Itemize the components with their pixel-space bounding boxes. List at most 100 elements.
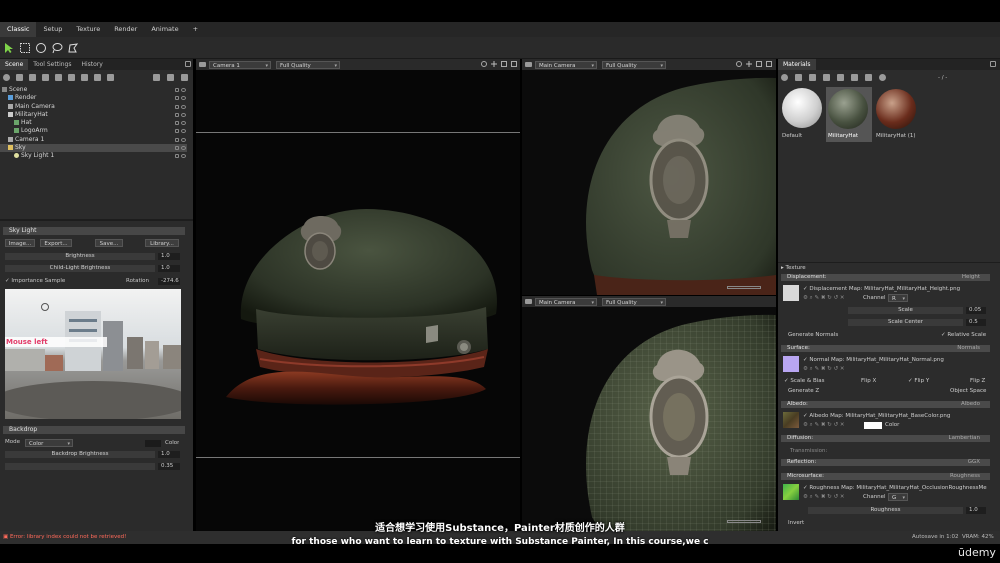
transmission-row[interactable]: Transmission: [790, 448, 827, 454]
brightness-value[interactable]: 1.0 [158, 253, 180, 260]
image-button[interactable]: Image... [5, 239, 35, 247]
panel-divider[interactable] [778, 262, 1000, 263]
import-material-icon[interactable] [823, 74, 830, 81]
material-swatch-militaryhat[interactable]: MilitaryHat [826, 87, 872, 142]
reflection-mode-dropdown[interactable]: GGX [968, 459, 980, 466]
surface-header[interactable]: Surface: Normals [781, 345, 990, 352]
lock-icon[interactable] [175, 129, 179, 134]
texture-header[interactable]: ▸ Texture [781, 265, 806, 271]
backdrop-extra-slider[interactable] [5, 463, 155, 470]
reflection-header[interactable]: Reflection: GGX [781, 459, 990, 466]
flip-z-checkbox[interactable]: Flip Z [970, 378, 985, 384]
folder-icon[interactable] [153, 74, 160, 81]
sky-light-header[interactable]: Sky Light [3, 227, 185, 235]
eye-icon[interactable] [181, 112, 186, 117]
backdrop-brightness-value[interactable]: 1.0 [158, 451, 180, 458]
eye-icon[interactable] [181, 104, 186, 109]
new-material-icon[interactable] [781, 74, 788, 81]
add-light-icon[interactable] [16, 74, 23, 81]
add-mesh-icon[interactable] [81, 74, 88, 81]
save-button[interactable]: Save... [95, 239, 123, 247]
settings-gear-icon[interactable] [736, 61, 742, 67]
paste-material-icon[interactable] [809, 74, 816, 81]
polygon-select-icon[interactable] [67, 42, 79, 54]
sky-panorama-preview[interactable]: Mouse left [5, 289, 181, 419]
panel-divider[interactable] [0, 219, 193, 221]
scale-slider[interactable]: Scale [848, 307, 963, 314]
camera-dropdown[interactable]: Main Camera [535, 61, 597, 70]
eye-icon[interactable] [181, 154, 186, 159]
library-icon[interactable] [851, 74, 858, 81]
circle-select-icon[interactable] [35, 42, 47, 54]
albedo-mode-dropdown[interactable]: Albedo [961, 401, 980, 408]
viewport-main-camera-top[interactable]: Main Camera Full Quality [522, 59, 776, 295]
lock-icon[interactable] [175, 96, 179, 101]
trash-icon[interactable] [181, 74, 188, 81]
roughness-value[interactable]: 1.0 [966, 507, 986, 514]
add-object-icon[interactable] [3, 74, 10, 81]
eye-icon[interactable] [181, 121, 186, 126]
lock-icon[interactable] [175, 154, 179, 159]
flip-y-checkbox[interactable]: ✓ Flip Y [908, 378, 929, 384]
add-camera-icon[interactable] [29, 74, 36, 81]
tab-add[interactable]: + [186, 22, 205, 37]
generate-z-checkbox[interactable]: Generate Z [788, 388, 819, 394]
backdrop-header[interactable]: Backdrop [3, 426, 185, 434]
popout-icon[interactable] [511, 61, 517, 67]
texture-tools-icons[interactable]: ⚙ ⌕ ✎ ✖ ↻ ↺ ✕ [803, 494, 845, 501]
backdrop-brightness-slider[interactable]: Backdrop Brightness [5, 451, 155, 458]
object-space-checkbox[interactable]: Object Space [950, 388, 986, 394]
lock-icon[interactable] [175, 88, 179, 92]
tree-item-render[interactable]: Render [0, 94, 187, 102]
eye-icon[interactable] [181, 146, 186, 151]
settings-gear-icon[interactable] [481, 61, 487, 67]
microsurface-header[interactable]: Microsurface: Roughness [781, 473, 990, 480]
tree-item-sky-light-1[interactable]: Sky Light 1 [0, 152, 187, 160]
albedo-header[interactable]: Albedo: Albedo [781, 401, 990, 408]
tab-animate[interactable]: Animate [144, 22, 185, 37]
eye-icon[interactable] [181, 88, 186, 92]
quality-dropdown[interactable]: Full Quality [276, 61, 340, 70]
child-light-brightness-slider[interactable]: Child-Light Brightness [5, 265, 155, 272]
mode-dropdown[interactable]: Color [25, 439, 73, 448]
material-swatch-militaryhat-1[interactable]: MilitaryHat (1) [874, 87, 920, 142]
popout-icon[interactable] [766, 61, 772, 67]
move-icon[interactable] [491, 61, 497, 67]
add-group-icon[interactable] [42, 74, 49, 81]
tab-setup[interactable]: Setup [36, 22, 69, 37]
material-filter[interactable]: - / - [938, 75, 947, 81]
texture-tools-icons[interactable]: ⚙ ⌕ ✎ ✖ ↻ ↺ ✕ [803, 295, 845, 302]
maximize-icon[interactable] [756, 61, 762, 67]
importance-sample-checkbox[interactable]: ✓ Importance Sample [5, 278, 65, 284]
eye-icon[interactable] [181, 137, 186, 142]
rect-select-icon[interactable] [19, 42, 31, 54]
lock-icon[interactable] [175, 104, 179, 109]
scale-center-slider[interactable]: Scale Center [848, 319, 963, 326]
albedo-color-swatch[interactable] [864, 422, 882, 429]
tab-history[interactable]: History [76, 59, 107, 70]
light-position-marker[interactable] [41, 303, 49, 311]
quality-dropdown[interactable]: Full Quality [602, 61, 666, 70]
library-button[interactable]: Library... [145, 239, 179, 247]
add-audio-icon[interactable] [55, 74, 62, 81]
clear-icon[interactable] [879, 74, 886, 81]
select-arrow-icon[interactable] [3, 42, 15, 54]
tab-materials[interactable]: Materials [778, 59, 816, 70]
displacement-channel-dropdown[interactable]: R [888, 294, 908, 303]
tree-item-camera-1[interactable]: Camera 1 [0, 136, 187, 144]
popout-icon[interactable] [185, 61, 191, 67]
tab-texture[interactable]: Texture [69, 22, 107, 37]
rotation-value[interactable]: -274.6 [158, 278, 180, 285]
add-text-icon[interactable] [107, 74, 114, 81]
microsurface-mode-dropdown[interactable]: Roughness [950, 473, 980, 480]
duplicate-icon[interactable] [167, 74, 174, 81]
tree-item-hat[interactable]: Hat [0, 119, 187, 127]
camera-dropdown[interactable]: Main Camera [535, 298, 597, 307]
export-button[interactable]: Export... [40, 239, 72, 247]
child-light-brightness-value[interactable]: 1.0 [158, 265, 180, 272]
displacement-mode-dropdown[interactable]: Height [962, 274, 980, 281]
roughness-map-thumb[interactable] [783, 484, 799, 500]
timeline-scrubber[interactable] [727, 286, 761, 289]
tab-render[interactable]: Render [107, 22, 144, 37]
albedo-map-thumb[interactable] [783, 412, 799, 428]
